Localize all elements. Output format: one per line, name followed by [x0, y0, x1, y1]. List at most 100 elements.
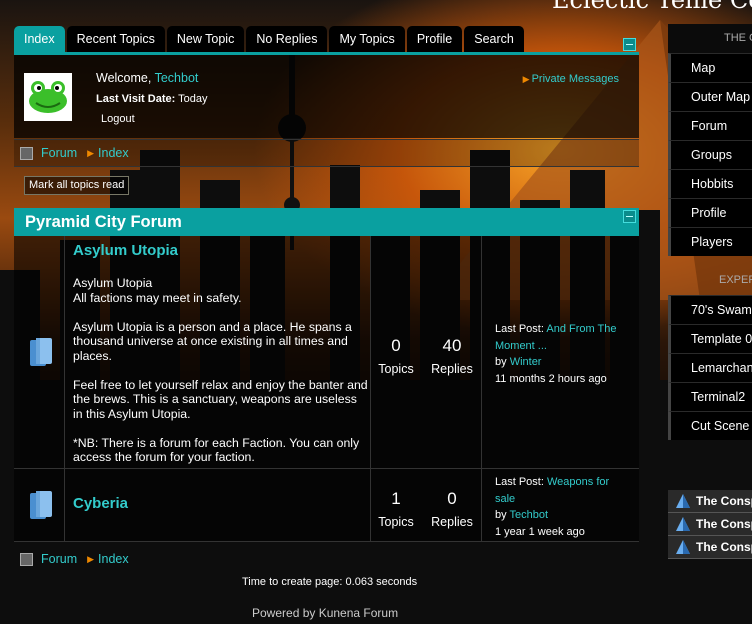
tab-my-topics[interactable]: My Topics: [329, 26, 405, 52]
column-divider: [64, 469, 65, 541]
sidebar-item-template-01[interactable]: Template 01: [668, 324, 752, 353]
replies-label: Replies: [431, 515, 473, 529]
last-post-author-link[interactable]: Techbot: [509, 509, 548, 521]
last-post-label: Last Post:: [495, 476, 544, 488]
sidebar-heading: EXPER: [719, 274, 752, 286]
topics-label: Topics: [378, 515, 414, 529]
sidebar-heading: THE C: [668, 24, 752, 53]
forum-home-icon: [20, 552, 33, 566]
forum-description: Asylum Utopia All factions may meet in sa…: [73, 276, 368, 479]
arrow-right-icon: ▶: [522, 74, 530, 84]
last-post-label: Last Post:: [495, 323, 544, 335]
topics-number: 1: [391, 489, 401, 508]
breadcrumb-forum-link[interactable]: Forum: [41, 552, 77, 566]
pyramid-icon: [676, 517, 690, 531]
conspiracy-item[interactable]: The Consp: [668, 513, 752, 536]
last-post-time: 1 year 1 week ago: [495, 525, 585, 538]
last-post: Last Post: And From The Moment ... by Wi…: [495, 321, 630, 387]
last-post-author-link[interactable]: Winter: [510, 356, 542, 368]
by-label: by: [495, 356, 507, 368]
conspiracy-item-label: The Consp: [696, 494, 752, 508]
category-header: Pyramid City Forum: [14, 208, 639, 236]
topics-count: 0 Topics: [370, 336, 422, 376]
replies-label: Replies: [431, 362, 473, 376]
last-visit-value: Today: [178, 93, 208, 105]
breadcrumb-bottom: Forum ▶ Index: [14, 545, 639, 573]
collapse-category-icon[interactable]: [623, 210, 636, 223]
sidebar-item-map[interactable]: Map: [668, 53, 752, 82]
sidebar-item-groups[interactable]: Groups: [668, 140, 752, 169]
private-messages-link[interactable]: ▶ Private Messages: [523, 73, 619, 85]
pyramid-icon: [676, 494, 690, 508]
forum-folder-icon[interactable]: [30, 338, 52, 366]
forum-title-link[interactable]: Asylum Utopia: [73, 242, 178, 259]
by-label: by: [495, 509, 507, 521]
conspiracy-list: The Consp The Consp The Consp: [668, 490, 752, 559]
arrow-right-icon: ▶: [87, 147, 95, 158]
column-divider: [481, 236, 482, 468]
welcome-text: Welcome, Techbot: [96, 71, 198, 85]
conspiracy-item-label: The Consp: [696, 517, 752, 531]
sidebar-item-cut-scene[interactable]: Cut Scene: [668, 411, 752, 440]
forum-row: Cyberia 1 Topics 0 Replies Last Post: We…: [14, 469, 639, 542]
forum-description-line: *NB: There is a forum for each Faction. …: [73, 435, 360, 465]
topics-label: Topics: [378, 362, 414, 376]
sidebar-item-players[interactable]: Players: [668, 227, 752, 256]
last-post-time: 11 months 2 hours ago: [495, 372, 607, 385]
forum-title-link[interactable]: Cyberia: [73, 495, 128, 512]
welcome-username-link[interactable]: Techbot: [155, 71, 199, 85]
tab-search[interactable]: Search: [464, 26, 524, 52]
sidebar-item-hobbits[interactable]: Hobbits: [668, 169, 752, 198]
column-divider: [481, 469, 482, 541]
last-visit-label: Last Visit Date:: [96, 93, 176, 105]
replies-count: 0 Replies: [426, 489, 478, 529]
forum-description-line: Feel free to let yourself relax and enjo…: [73, 377, 368, 421]
breadcrumb-forum-link[interactable]: Forum: [41, 146, 77, 160]
tab-profile[interactable]: Profile: [406, 26, 463, 52]
forum-description-line: Asylum Utopia is a person and a place. H…: [73, 319, 352, 363]
forum-description-line: Asylum Utopia All factions may meet in sa…: [73, 276, 242, 305]
sidebar-item-profile[interactable]: Profile: [668, 198, 752, 227]
tab-no-replies[interactable]: No Replies: [246, 26, 328, 52]
category-title-link[interactable]: Pyramid City Forum: [25, 213, 182, 231]
forum-row: Asylum Utopia Asylum Utopia All factions …: [14, 236, 639, 469]
topics-count: 1 Topics: [370, 489, 422, 529]
sidebar-item-70s-swamp[interactable]: 70's Swamp: [668, 295, 752, 324]
last-visit: Last Visit Date: Today: [96, 93, 208, 105]
private-messages-label: Private Messages: [531, 73, 619, 85]
breadcrumb-index-link[interactable]: Index: [98, 552, 129, 566]
forum-tabs: Index Recent Topics New Topic No Replies…: [14, 26, 524, 52]
tab-new-topic[interactable]: New Topic: [166, 26, 245, 52]
sidebar-item-lemarchand[interactable]: Lemarchand: [668, 353, 752, 382]
breadcrumb: Forum ▶ Index: [14, 139, 639, 167]
arrow-right-icon: ▶: [87, 553, 95, 564]
replies-count: 40 Replies: [426, 336, 478, 376]
topics-number: 0: [391, 336, 401, 355]
forum-folder-icon[interactable]: [30, 491, 52, 519]
conspiracy-item-label: The Consp: [696, 540, 752, 554]
powered-by-link[interactable]: Powered by Kunena Forum: [252, 606, 398, 620]
tab-recent-topics[interactable]: Recent Topics: [66, 26, 165, 52]
right-sidebar: THE C Map Outer Map ( Forum Groups Hobbi…: [668, 24, 752, 559]
breadcrumb-index-link[interactable]: Index: [98, 146, 129, 160]
replies-number: 0: [447, 489, 457, 508]
welcome-greeting: Welcome,: [96, 71, 152, 85]
sidebar-item-outer-map[interactable]: Outer Map (: [668, 82, 752, 111]
mark-all-read-button[interactable]: Mark all topics read: [24, 176, 130, 195]
sidebar-item-terminal2[interactable]: Terminal2: [668, 382, 752, 411]
pyramid-icon: [676, 540, 690, 554]
welcome-panel: Welcome, Techbot Last Visit Date: Today …: [14, 52, 639, 138]
collapse-profilebox-icon[interactable]: [623, 38, 636, 51]
last-post: Last Post: Weapons for sale by Techbot 1…: [495, 474, 630, 540]
column-divider: [64, 236, 65, 468]
sidebar-item-forum[interactable]: Forum: [668, 111, 752, 140]
replies-number: 40: [442, 336, 462, 355]
conspiracy-item[interactable]: The Consp: [668, 536, 752, 559]
page-generation-time: Time to create page: 0.063 seconds: [242, 576, 418, 588]
site-title: Eclectic Tellie Co: [552, 0, 752, 12]
forum-home-icon: [20, 146, 33, 160]
logout-button[interactable]: Logout: [101, 113, 135, 125]
conspiracy-item[interactable]: The Consp: [668, 490, 752, 513]
frog-avatar-icon[interactable]: [24, 73, 72, 121]
tab-index[interactable]: Index: [14, 26, 65, 52]
